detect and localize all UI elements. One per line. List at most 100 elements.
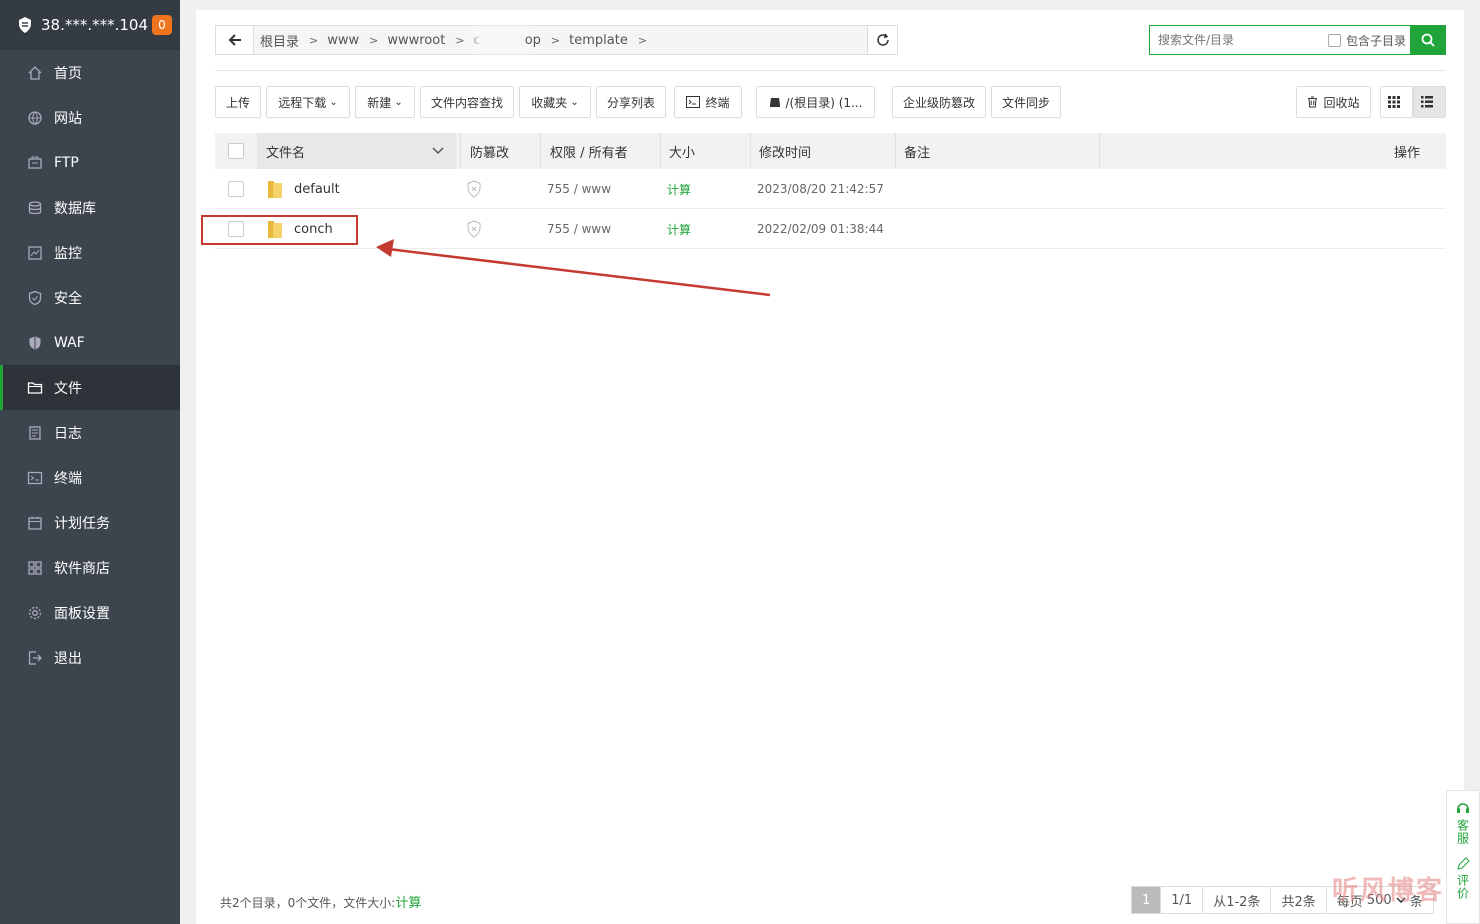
crumb-root[interactable]: 根目录 > [260, 31, 327, 50]
annotation-arrow [376, 239, 771, 297]
panel-logo-icon [19, 17, 31, 33]
sidebar-item-2[interactable]: FTP [0, 140, 180, 185]
calendar-icon [27, 515, 43, 531]
sidebar-item-7[interactable]: 文件 [0, 365, 180, 410]
list-view-icon [1421, 96, 1433, 108]
include-subdir-label: 包含子目录 [1345, 33, 1406, 48]
header-permission[interactable]: 权限 / 所有者 [540, 133, 660, 169]
review-link[interactable]: 评价 [1455, 874, 1472, 900]
terminal-icon [27, 470, 43, 486]
sidebar-item-label: 首页 [54, 65, 82, 82]
chevron-down-icon: ⌄ [570, 96, 579, 108]
mtime-cell: 2023/08/20 21:42:57 [757, 182, 884, 196]
server-ip[interactable]: 38.***.***.104 [41, 16, 152, 34]
sidebar-item-label: 日志 [54, 425, 82, 442]
page-current[interactable]: 1 [1132, 887, 1162, 913]
header-note[interactable]: 备注 [895, 133, 1099, 169]
tamper-protect-button[interactable]: 企业级防篡改 [892, 86, 986, 118]
content-search-button[interactable]: 文件内容查找 [420, 86, 514, 118]
sidebar-item-1[interactable]: 网站 [0, 95, 180, 140]
floating-support-panel: 客服 评价 [1446, 790, 1480, 924]
sidebar-item-5[interactable]: 安全 [0, 275, 180, 320]
divider [215, 70, 1446, 71]
file-name-cell[interactable]: default [266, 169, 340, 209]
search-box: 包含子目录 [1149, 25, 1446, 55]
watermark: 听风博客 [1332, 876, 1445, 906]
header-filename[interactable]: 文件名 [257, 133, 456, 169]
search-icon [1421, 33, 1435, 47]
customer-service-link[interactable]: 客服 [1455, 819, 1472, 845]
sidebar-item-label: 计划任务 [54, 515, 110, 532]
chevron-down-icon: ⌄ [394, 96, 403, 108]
sidebar-item-label: 软件商店 [54, 560, 110, 577]
sidebar-item-12[interactable]: 面板设置 [0, 590, 180, 635]
mtime-cell: 2022/02/09 01:38:44 [757, 222, 884, 236]
page-total: 1/1 [1161, 887, 1204, 913]
sidebar-item-label: 监控 [54, 245, 82, 262]
sidebar-item-11[interactable]: 软件商店 [0, 545, 180, 590]
disk-button[interactable]: /(根目录) (1... [756, 86, 875, 118]
size-calc-link[interactable]: 计算 [667, 169, 691, 209]
table-row[interactable]: default 755 / www 计算 2023/08/20 21:42:57 [215, 169, 1446, 209]
sidebar-item-label: 文件 [54, 380, 82, 397]
favorites-button[interactable]: 收藏夹 ⌄ [519, 86, 591, 118]
database-icon [27, 200, 43, 216]
header-mtime[interactable]: 修改时间 [750, 133, 895, 169]
trash-icon [1308, 96, 1318, 108]
remote-download-button[interactable]: 远程下载 ⌄ [266, 86, 350, 118]
sidebar-item-3[interactable]: 数据库 [0, 185, 180, 230]
grid-view-button[interactable] [1380, 86, 1413, 118]
grid-view-icon [1388, 96, 1400, 108]
annotation-highlight-box [201, 215, 358, 245]
breadcrumb: 根目录 > www > wwwroot > c op > template > [254, 26, 867, 54]
redaction-blur [480, 33, 525, 47]
crumb-www[interactable]: www > [327, 33, 387, 48]
upload-button[interactable]: 上传 [215, 86, 261, 118]
search-input[interactable] [1150, 26, 1328, 54]
tamper-status-cell[interactable] [466, 169, 482, 209]
header-size[interactable]: 大小 [660, 133, 750, 169]
back-button[interactable] [216, 26, 254, 54]
recycle-bin-button[interactable]: 回收站 [1296, 86, 1371, 118]
include-subdir-checkbox[interactable] [1327, 33, 1341, 47]
gear-icon [27, 605, 43, 621]
monitor-icon [27, 245, 43, 261]
sidebar: 38.***.***.104 0 首页网站 FTP 数据库监控安全 WAF 文件日志终端… [0, 0, 180, 924]
refresh-icon [876, 33, 889, 46]
sidebar-item-4[interactable]: 监控 [0, 230, 180, 275]
permission-cell[interactable]: 755 / www [547, 169, 611, 209]
refresh-button[interactable] [867, 26, 897, 54]
select-all-checkbox[interactable] [228, 143, 244, 159]
edit-icon [1456, 857, 1470, 870]
new-button[interactable]: 新建 ⌄ [355, 86, 415, 118]
total-size-calc-link[interactable]: 计算 [395, 896, 421, 911]
list-view-button[interactable] [1413, 86, 1446, 118]
row-checkbox[interactable] [228, 181, 244, 197]
header-operations: 操作 [1099, 133, 1446, 169]
include-subdir-toggle[interactable]: 包含子目录 [1327, 32, 1406, 49]
search-button[interactable] [1410, 25, 1446, 55]
crumb-wwwroot[interactable]: wwwroot > [387, 33, 473, 48]
terminal-button[interactable]: 终端 [674, 86, 742, 118]
sidebar-item-9[interactable]: 终端 [0, 455, 180, 500]
header-filename-label: 文件名 [266, 145, 306, 161]
sidebar-item-10[interactable]: 计划任务 [0, 500, 180, 545]
sidebar-header: 38.***.***.104 0 [0, 0, 180, 50]
sidebar-item-13[interactable]: 退出 [0, 635, 180, 680]
terminal-icon [686, 96, 701, 108]
notification-badge[interactable]: 0 [152, 15, 172, 35]
header-tamper[interactable]: 防篡改 [460, 133, 540, 169]
sidebar-item-label: WAF [54, 334, 85, 351]
crumb-site[interactable]: c op > [474, 33, 570, 48]
shield-icon [27, 290, 43, 306]
sidebar-item-6[interactable]: WAF [0, 320, 180, 365]
file-name[interactable]: default [294, 182, 340, 197]
sidebar-item-8[interactable]: 日志 [0, 410, 180, 455]
share-list-button[interactable]: 分享列表 [596, 86, 666, 118]
sidebar-item-label: 终端 [54, 470, 82, 487]
folder-icon [268, 181, 282, 198]
crumb-template[interactable]: template > [569, 33, 656, 48]
sidebar-item-0[interactable]: 首页 [0, 50, 180, 95]
chevron-right-icon: > [637, 33, 648, 47]
file-sync-button[interactable]: 文件同步 [991, 86, 1061, 118]
